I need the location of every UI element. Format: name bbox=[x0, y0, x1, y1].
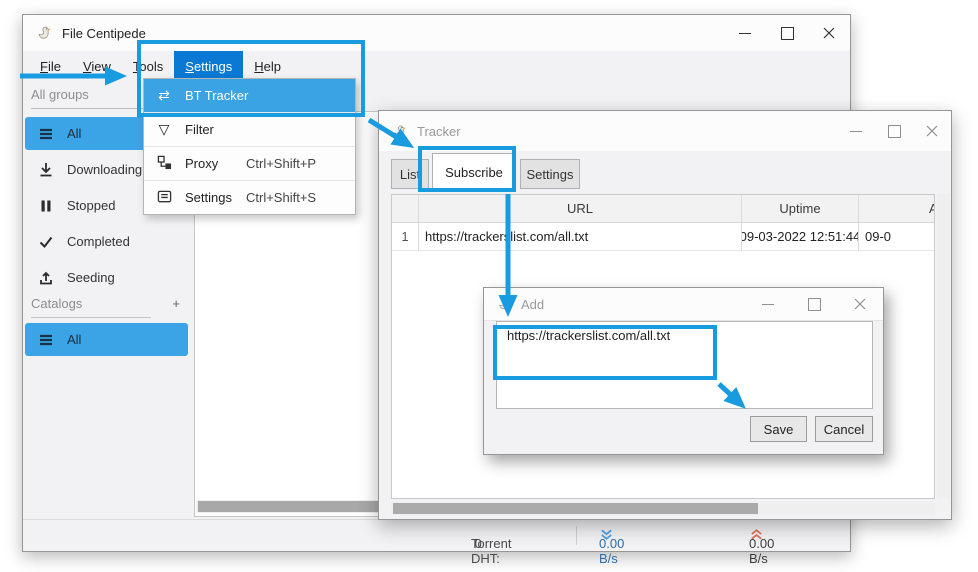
menuitem-settings[interactable]: Settings Ctrl+Shift+S bbox=[144, 180, 355, 214]
sidebar-item-completed[interactable]: Completed bbox=[25, 225, 188, 258]
main-titlebar: File Centipede bbox=[23, 15, 850, 51]
sidebar-item-seeding[interactable]: Seeding bbox=[25, 261, 188, 294]
pause-icon bbox=[38, 198, 54, 214]
vertical-scrollbar-track[interactable] bbox=[937, 194, 950, 499]
header-uptime[interactable]: Uptime bbox=[742, 195, 859, 222]
horizontal-scrollbar[interactable] bbox=[391, 502, 935, 515]
save-button[interactable]: Save bbox=[750, 416, 807, 442]
maximize-icon[interactable] bbox=[791, 289, 837, 320]
statusbar-separator bbox=[576, 526, 577, 545]
catalogs-header: Catalogs + bbox=[31, 296, 186, 311]
header-extra[interactable]: A bbox=[859, 195, 935, 222]
table-header-row: URL Uptime A bbox=[392, 195, 934, 223]
row-number: 1 bbox=[392, 223, 419, 250]
add-titlebar: Add bbox=[484, 288, 883, 321]
row-url: https://trackerslist.com/all.txt bbox=[419, 223, 742, 250]
tab-settings[interactable]: Settings bbox=[520, 159, 580, 189]
menubar: File View Tools Settings Help bbox=[23, 51, 292, 81]
menuitem-proxy[interactable]: Proxy Ctrl+Shift+P bbox=[144, 146, 355, 180]
maximize-icon[interactable] bbox=[766, 15, 808, 51]
add-dialog-title: Add bbox=[521, 297, 544, 312]
close-icon[interactable] bbox=[837, 289, 883, 320]
row-uptime: 09-03-2022 12:51:44 bbox=[742, 223, 859, 250]
download-icon bbox=[38, 162, 54, 178]
app-duck-icon bbox=[391, 123, 408, 140]
row-extra: 09-0 bbox=[859, 223, 935, 250]
close-icon[interactable] bbox=[808, 15, 850, 51]
menu-tools[interactable]: Tools bbox=[122, 51, 174, 81]
menu-file[interactable]: File bbox=[29, 51, 72, 81]
header-url[interactable]: URL bbox=[419, 195, 742, 222]
menu-settings[interactable]: Settings bbox=[174, 51, 243, 81]
tab-list[interactable]: List bbox=[391, 159, 429, 189]
settings-icon bbox=[155, 189, 173, 207]
dht-status: Torrent DHT: 0 bbox=[471, 528, 475, 543]
add-catalog-button[interactable]: + bbox=[172, 296, 180, 311]
group-selector[interactable]: All groups bbox=[31, 87, 89, 102]
catalogs-label: Catalogs bbox=[31, 296, 82, 311]
download-speed: 0.00 B/s bbox=[599, 528, 614, 542]
sidebar-catalog-all[interactable]: All bbox=[25, 323, 188, 356]
tab-subscribe[interactable]: Subscribe bbox=[432, 153, 516, 190]
add-dialog: Add https://trackerslist.com/all.txt Sav… bbox=[483, 287, 884, 455]
app-duck-icon bbox=[35, 24, 53, 42]
table-row[interactable]: 1 https://trackerslist.com/all.txt 09-03… bbox=[392, 223, 934, 251]
dht-count: 0 bbox=[475, 536, 482, 551]
proxy-icon bbox=[155, 155, 173, 173]
menuitem-bt-tracker[interactable]: ⇄ BT Tracker bbox=[144, 79, 355, 112]
statusbar: Torrent DHT: 0 0.00 B/s 0.00 B/s bbox=[23, 519, 850, 551]
tracker-url-input[interactable]: https://trackerslist.com/all.txt bbox=[496, 321, 873, 409]
header-row-number[interactable] bbox=[392, 195, 419, 222]
menu-view[interactable]: View bbox=[72, 51, 122, 81]
minimize-icon[interactable] bbox=[724, 15, 766, 51]
screenshot-canvas: File Centipede File View Tools Settings … bbox=[0, 0, 978, 572]
upload-icon bbox=[38, 270, 54, 286]
minimize-icon[interactable] bbox=[837, 111, 875, 151]
upload-speed: 0.00 B/s bbox=[749, 528, 764, 542]
check-icon bbox=[38, 234, 54, 250]
bt-tracker-icon: ⇄ bbox=[155, 87, 173, 104]
cancel-button[interactable]: Cancel bbox=[815, 416, 873, 442]
scrollbar-thumb[interactable] bbox=[393, 503, 758, 514]
app-duck-icon bbox=[496, 296, 512, 312]
maximize-icon[interactable] bbox=[875, 111, 913, 151]
proxy-shortcut: Ctrl+Shift+P bbox=[246, 156, 316, 171]
menu-help[interactable]: Help bbox=[243, 51, 292, 81]
filter-icon: ▽ bbox=[155, 121, 173, 138]
menuitem-filter[interactable]: ▽ Filter bbox=[144, 112, 355, 146]
settings-dropdown-menu: ⇄ BT Tracker ▽ Filter Proxy Ctrl+Shift+P… bbox=[143, 78, 356, 215]
menu-icon bbox=[38, 126, 54, 142]
catalogs-divider bbox=[31, 317, 151, 318]
tracker-titlebar: Tracker bbox=[379, 111, 951, 151]
menu-icon bbox=[38, 332, 54, 348]
minimize-icon[interactable] bbox=[745, 289, 791, 320]
close-icon[interactable] bbox=[913, 111, 951, 151]
main-window-title: File Centipede bbox=[62, 26, 146, 41]
tracker-window-title: Tracker bbox=[417, 124, 461, 139]
settings-shortcut: Ctrl+Shift+S bbox=[246, 190, 316, 205]
